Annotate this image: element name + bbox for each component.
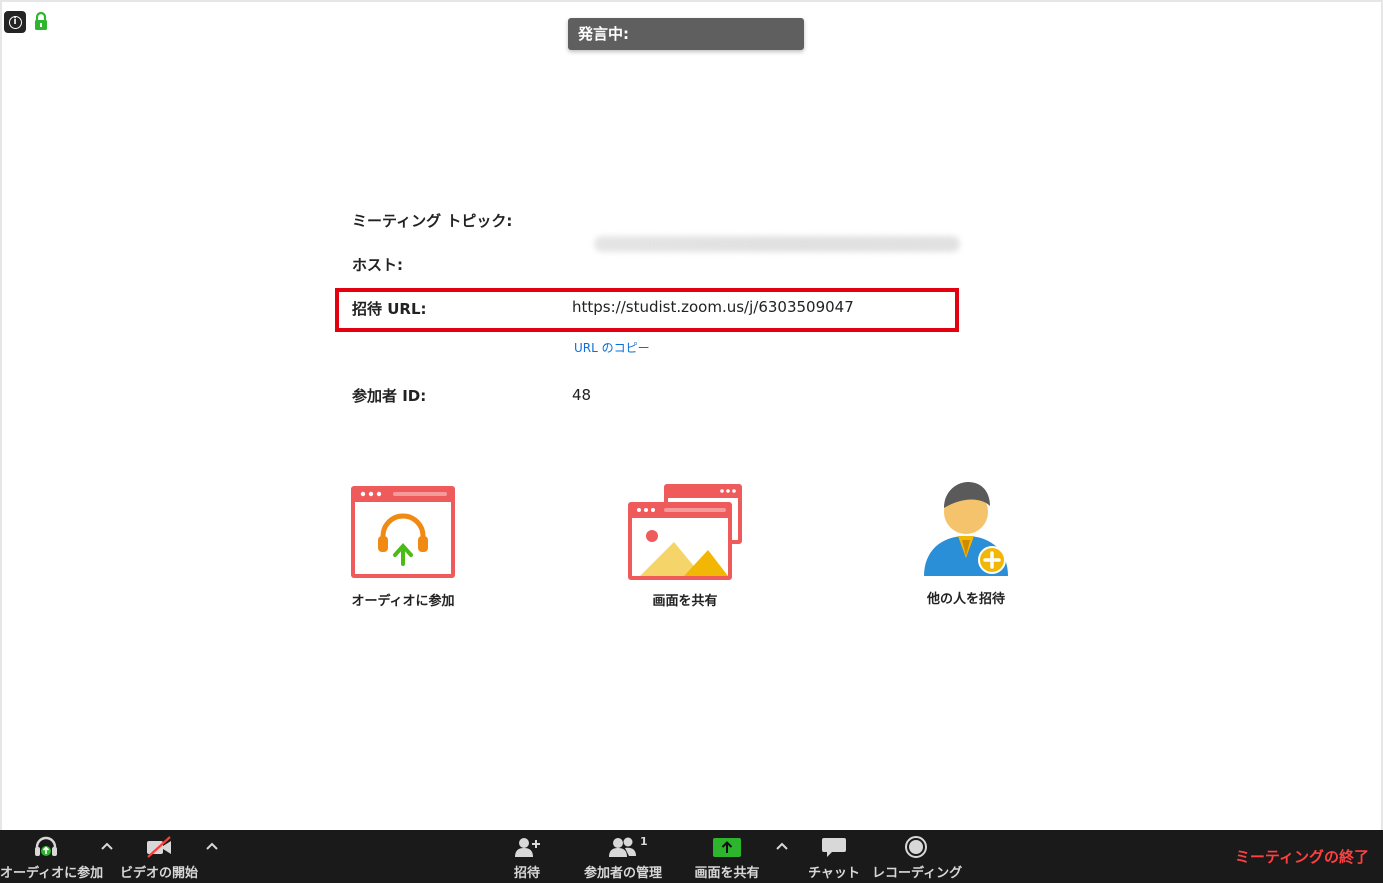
- headphone-icon: [35, 836, 57, 856]
- participants-icon: [609, 837, 636, 857]
- participant-count-badge: 1: [640, 835, 648, 848]
- share-screen-upload-icon: [713, 838, 741, 857]
- meeting-topic-label: ミーティング トピック:: [352, 212, 513, 230]
- chat-label: チャット: [808, 866, 860, 881]
- meeting-window: [0, 0, 1383, 883]
- participant-id-value: 48: [572, 386, 592, 404]
- join-audio-action[interactable]: オーディオに参加: [340, 484, 466, 609]
- share-screen-button[interactable]: 画面を共有: [688, 830, 766, 883]
- recording-label: レコーディング: [872, 866, 963, 881]
- audio-options-chevron-up-icon[interactable]: [98, 838, 116, 856]
- invite-url-label: 招待 URL:: [352, 300, 427, 318]
- join-audio-toolbar-label: オーディオに参加: [0, 866, 104, 881]
- manage-participants-button[interactable]: 参加者の管理: [576, 830, 670, 883]
- chat-button[interactable]: チャット: [806, 830, 862, 883]
- share-screen-label: 画面を共有: [652, 594, 718, 609]
- start-video-button[interactable]: ビデオの開始: [118, 830, 200, 883]
- add-person-icon: [515, 838, 540, 857]
- join-audio-icon: [351, 486, 455, 578]
- invite-others-label: 他の人を招待: [926, 592, 1005, 607]
- host-name-blurred: [594, 236, 960, 252]
- invite-label: 招待: [513, 866, 540, 881]
- meeting-info-icon[interactable]: i: [4, 11, 26, 33]
- record-icon: [905, 836, 927, 858]
- share-screen-icon: [628, 484, 742, 580]
- host-label: ホスト:: [352, 256, 403, 274]
- invite-button[interactable]: 招待: [504, 830, 550, 883]
- share-screen-toolbar-label: 画面を共有: [694, 866, 760, 881]
- recording-button[interactable]: レコーディング: [872, 830, 963, 883]
- video-options-chevron-up-icon[interactable]: [203, 838, 221, 856]
- chat-bubble-icon: [822, 838, 846, 857]
- lock-icon[interactable]: [33, 11, 49, 31]
- video-off-icon: [147, 836, 171, 858]
- share-options-chevron-up-icon[interactable]: [773, 838, 791, 856]
- invite-others-action[interactable]: 他の人を招待: [906, 478, 1026, 607]
- meeting-toolbar: オーディオに参加 ビデオの開始 招待 参加者の管理 1 画面を共有 チャット レ…: [0, 830, 1383, 883]
- join-audio-label: オーディオに参加: [351, 594, 455, 609]
- join-audio-button[interactable]: オーディオに参加: [0, 830, 104, 883]
- copy-url-link[interactable]: URL のコピー: [574, 339, 650, 356]
- active-speaker-banner: 発言中:: [568, 18, 804, 50]
- participant-id-label: 参加者 ID:: [352, 387, 427, 405]
- invite-url-value: https://studist.zoom.us/j/6303509047: [572, 298, 854, 316]
- end-meeting-button[interactable]: ミーティングの終了: [1235, 846, 1369, 867]
- manage-participants-label: 参加者の管理: [583, 866, 662, 881]
- invite-person-icon: [924, 482, 1008, 576]
- start-video-label: ビデオの開始: [119, 866, 198, 881]
- share-screen-action[interactable]: 画面を共有: [620, 484, 750, 609]
